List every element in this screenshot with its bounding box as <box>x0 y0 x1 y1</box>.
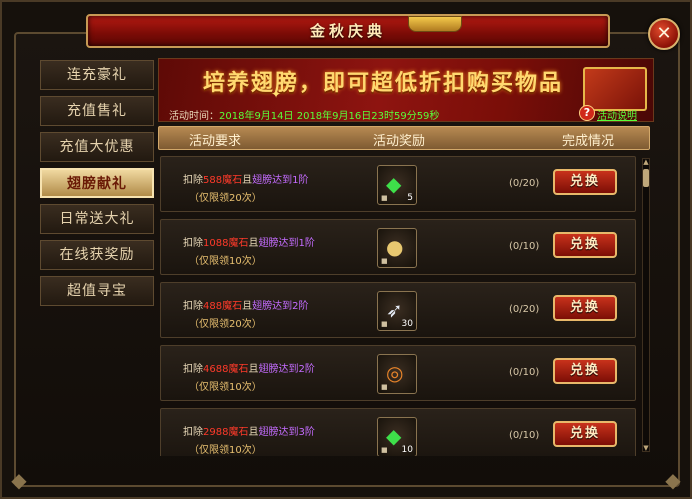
event-banner: 培养翅膀，即可超低折扣购买物品 ✦ 活动时间：2018年9月14日 2018年9… <box>158 58 654 122</box>
and-label: 且 <box>248 427 259 438</box>
deduct-label: 扣除 <box>183 238 203 249</box>
column-reward: 活动奖励 <box>373 134 426 149</box>
deduct-label: 扣除 <box>183 427 203 438</box>
orange-ring-icon: ◎ <box>386 361 404 385</box>
cost-amount: 1088 <box>203 238 229 249</box>
window-title: 金秋庆典 <box>309 22 386 40</box>
green-gem-icon: ◆ <box>386 424 402 448</box>
reward-item-slot[interactable]: ➶ ■ 30 <box>377 291 417 331</box>
currency-label: 魔石 <box>222 175 243 186</box>
scroll-down-icon[interactable]: ▼ <box>642 444 650 452</box>
reward-row: 扣除488魔石且翅膀达到2阶 （仅限领20次） ➶ ■ 30 (0/20) 兑换 <box>160 282 636 338</box>
reward-item-slot[interactable]: ● ■ <box>377 228 417 268</box>
reward-item-slot[interactable]: ◆ ■ 10 <box>377 417 417 456</box>
help-icon[interactable]: ? <box>579 105 595 121</box>
deduct-label: 扣除 <box>183 301 203 312</box>
limit-text: （仅限领20次） <box>189 193 262 204</box>
column-status: 完成情况 <box>562 134 615 149</box>
reward-item-slot[interactable]: ◆ ■ 5 <box>377 165 417 205</box>
lock-icon: ■ <box>381 194 388 202</box>
reward-list: 扣除588魔石且翅膀达到1阶 （仅限领20次） ◆ ■ 5 (0/20) 兑换 扣除1088魔… <box>160 156 638 456</box>
currency-label: 魔石 <box>228 238 249 249</box>
white-feather-icon: ➶ <box>386 298 403 322</box>
sidebar: 连充豪礼充值售礼充值大优惠翅膀献礼日常送大礼在线获奖励超值寻宝 <box>40 60 156 312</box>
gift-box-icon <box>583 67 647 111</box>
and-label: 且 <box>242 175 253 186</box>
currency-label: 魔石 <box>228 364 249 375</box>
reward-row: 扣除2988魔石且翅膀达到3阶 （仅限领10次） ◆ ■ 10 (0/10) 兑换 <box>160 408 636 456</box>
cost-amount: 588 <box>203 175 223 186</box>
sidebar-item[interactable]: 连充豪礼 <box>40 60 154 90</box>
limit-text: （仅限领10次） <box>189 382 262 393</box>
scrollbar[interactable]: ▲ ▼ <box>642 158 650 452</box>
scroll-thumb[interactable] <box>643 169 649 187</box>
currency-label: 魔石 <box>228 427 249 438</box>
column-header: 活动要求 活动奖励 完成情况 <box>158 126 650 150</box>
sidebar-item[interactable]: 日常送大礼 <box>40 204 154 234</box>
redeem-button[interactable]: 兑换 <box>553 358 617 384</box>
activity-time: 活动时间：2018年9月14日 2018年9月16日23时59分59秒 <box>169 107 440 122</box>
wing-condition: 翅膀达到3阶 <box>258 427 315 438</box>
limit-text: （仅限领10次） <box>189 445 262 456</box>
cost-amount: 488 <box>203 301 223 312</box>
activity-time-value: 2018年9月14日 2018年9月16日23时59分59秒 <box>219 111 440 122</box>
redeem-button[interactable]: 兑换 <box>553 232 617 258</box>
wing-condition: 翅膀达到1阶 <box>258 238 315 249</box>
lock-icon: ■ <box>381 257 388 265</box>
redeem-button[interactable]: 兑换 <box>553 169 617 195</box>
sidebar-item[interactable]: 超值寻宝 <box>40 276 154 306</box>
sidebar-item[interactable]: 在线获奖励 <box>40 240 154 270</box>
cost-amount: 2988 <box>203 427 229 438</box>
requirement-text: 扣除588魔石且翅膀达到1阶 <box>183 171 308 186</box>
progress-count: (0/10) <box>509 430 540 441</box>
reward-item-slot[interactable]: ◎ ■ <box>377 354 417 394</box>
sidebar-item[interactable]: 充值大优惠 <box>40 132 154 162</box>
lock-icon: ■ <box>381 383 388 391</box>
requirement-text: 扣除2988魔石且翅膀达到3阶 <box>183 423 315 438</box>
banner-title: 培养翅膀，即可超低折扣购买物品 <box>203 70 564 96</box>
and-label: 且 <box>242 301 253 312</box>
sparkle-icon: ✦ <box>271 87 282 101</box>
wing-condition: 翅膀达到2阶 <box>252 301 309 312</box>
scroll-up-icon[interactable]: ▲ <box>642 158 650 166</box>
corner-ornament-icon: ◆ <box>665 468 681 492</box>
requirement-text: 扣除1088魔石且翅膀达到1阶 <box>183 234 315 249</box>
redeem-button[interactable]: 兑换 <box>553 295 617 321</box>
corner-ornament-icon: ◆ <box>11 468 27 492</box>
lock-icon: ■ <box>381 320 388 328</box>
gold-coin-icon: ● <box>386 235 404 259</box>
reward-row: 扣除4688魔石且翅膀达到2阶 （仅限领10次） ◎ ■ (0/10) 兑换 <box>160 345 636 401</box>
wing-condition: 翅膀达到1阶 <box>252 175 309 186</box>
progress-count: (0/10) <box>509 367 540 378</box>
requirement-text: 扣除4688魔石且翅膀达到2阶 <box>183 360 315 375</box>
progress-count: (0/10) <box>509 241 540 252</box>
sidebar-item[interactable]: 充值售礼 <box>40 96 154 126</box>
redeem-button[interactable]: 兑换 <box>553 421 617 447</box>
progress-count: (0/20) <box>509 304 540 315</box>
title-bar: 金秋庆典 <box>86 14 610 48</box>
progress-count: (0/20) <box>509 178 540 189</box>
and-label: 且 <box>248 238 259 249</box>
deduct-label: 扣除 <box>183 364 203 375</box>
rules-link[interactable]: 活动说明 <box>597 107 637 121</box>
lock-icon: ■ <box>381 446 388 454</box>
limit-text: （仅限领10次） <box>189 256 262 267</box>
close-button[interactable]: ✕ <box>648 18 680 50</box>
activity-time-label: 活动时间： <box>169 111 219 122</box>
currency-label: 魔石 <box>222 301 243 312</box>
wing-condition: 翅膀达到2阶 <box>258 364 315 375</box>
column-requirement: 活动要求 <box>189 134 242 149</box>
limit-text: （仅限领20次） <box>189 319 262 330</box>
sidebar-item[interactable]: 翅膀献礼 <box>40 168 154 198</box>
reward-row: 扣除1088魔石且翅膀达到1阶 （仅限领10次） ● ■ (0/10) 兑换 <box>160 219 636 275</box>
item-count: 5 <box>407 193 413 203</box>
deduct-label: 扣除 <box>183 175 203 186</box>
cost-amount: 4688 <box>203 364 229 375</box>
item-count: 10 <box>401 445 413 455</box>
and-label: 且 <box>248 364 259 375</box>
green-gem-icon: ◆ <box>386 172 402 196</box>
item-count: 30 <box>401 319 413 329</box>
requirement-text: 扣除488魔石且翅膀达到2阶 <box>183 297 308 312</box>
reward-row: 扣除588魔石且翅膀达到1阶 （仅限领20次） ◆ ■ 5 (0/20) 兑换 <box>160 156 636 212</box>
